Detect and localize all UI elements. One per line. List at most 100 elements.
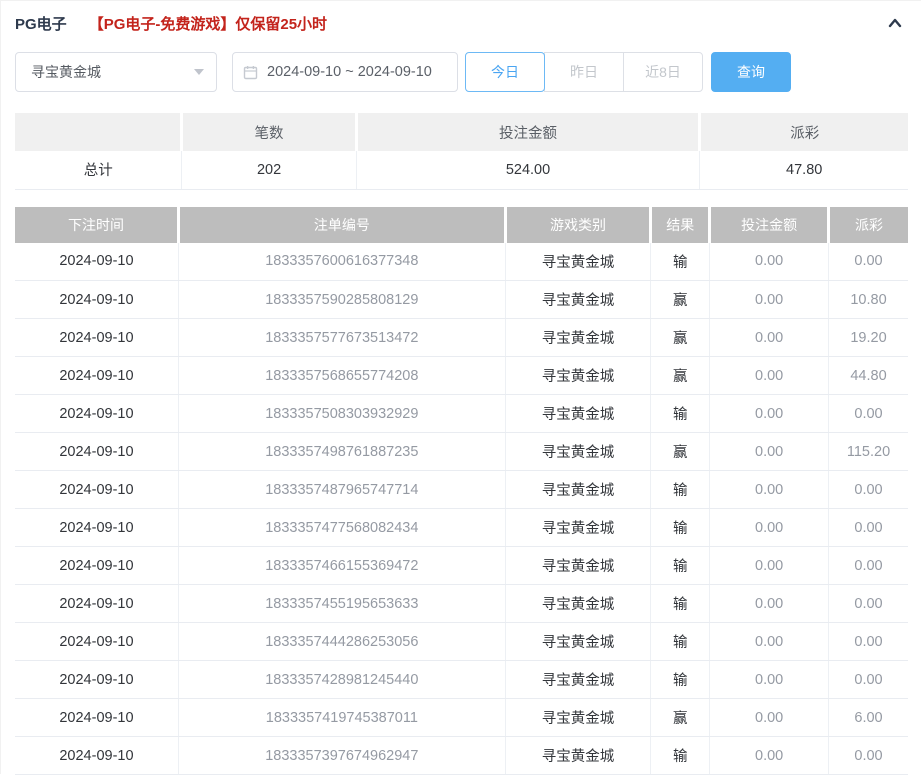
cell-payout: 0.00 bbox=[829, 661, 909, 699]
cell-time: 2024-09-10 bbox=[15, 585, 178, 623]
cell-bet: 0.00 bbox=[710, 433, 829, 471]
header-game-type: 游戏类别 bbox=[505, 207, 651, 243]
cell-time: 2024-09-10 bbox=[15, 509, 178, 547]
cell-game: 寻宝黄金城 bbox=[505, 281, 651, 319]
cell-bet: 0.00 bbox=[710, 471, 829, 509]
bet-table-header-row: 下注时间 注单编号 游戏类别 结果 投注金额 派彩 bbox=[15, 207, 908, 243]
cell-payout: 0.00 bbox=[829, 243, 909, 281]
cell-time: 2024-09-10 bbox=[15, 547, 178, 585]
cell-result: 赢 bbox=[651, 357, 710, 395]
cell-game: 寻宝黄金城 bbox=[505, 547, 651, 585]
table-row: 2024-09-101833357577673513472寻宝黄金城赢0.001… bbox=[15, 319, 908, 357]
cell-payout: 0.00 bbox=[829, 623, 909, 661]
table-row: 2024-09-101833357600616377348寻宝黄金城输0.000… bbox=[15, 243, 908, 281]
table-row: 2024-09-101833357428981245440寻宝黄金城输0.000… bbox=[15, 661, 908, 699]
summary-total-row: 总计 202 524.00 47.80 bbox=[15, 151, 908, 189]
cell-time: 2024-09-10 bbox=[15, 281, 178, 319]
calendar-icon bbox=[243, 65, 267, 80]
cell-payout: 0.00 bbox=[829, 509, 909, 547]
summary-total-label: 总计 bbox=[15, 151, 182, 189]
cell-time: 2024-09-10 bbox=[15, 357, 178, 395]
table-row: 2024-09-101833357444286253056寻宝黄金城输0.000… bbox=[15, 623, 908, 661]
cell-result: 输 bbox=[651, 585, 710, 623]
cell-game: 寻宝黄金城 bbox=[505, 471, 651, 509]
quick-button-last8days[interactable]: 近8日 bbox=[623, 52, 703, 92]
cell-game: 寻宝黄金城 bbox=[505, 699, 651, 737]
cell-game: 寻宝黄金城 bbox=[505, 509, 651, 547]
cell-game: 寻宝黄金城 bbox=[505, 623, 651, 661]
table-row: 2024-09-101833357487965747714寻宝黄金城输0.000… bbox=[15, 471, 908, 509]
cell-bet: 0.00 bbox=[710, 319, 829, 357]
cell-order: 1833357487965747714 bbox=[178, 471, 505, 509]
cell-game: 寻宝黄金城 bbox=[505, 661, 651, 699]
chevron-up-icon bbox=[886, 14, 904, 32]
cell-bet: 0.00 bbox=[710, 585, 829, 623]
summary-header-payout: 派彩 bbox=[700, 113, 908, 151]
summary-header-count: 笔数 bbox=[182, 113, 356, 151]
cell-payout: 0.00 bbox=[829, 547, 909, 585]
date-range-input[interactable]: 2024-09-10 ~ 2024-09-10 bbox=[232, 52, 458, 92]
cell-result: 输 bbox=[651, 243, 710, 281]
cell-game: 寻宝黄金城 bbox=[505, 585, 651, 623]
cell-time: 2024-09-10 bbox=[15, 433, 178, 471]
header-bet-amount: 投注金额 bbox=[710, 207, 829, 243]
summary-header-amount: 投注金额 bbox=[356, 113, 700, 151]
search-button[interactable]: 查询 bbox=[711, 52, 791, 92]
header-result: 结果 bbox=[651, 207, 710, 243]
cell-order: 1833357466155369472 bbox=[178, 547, 505, 585]
cell-order: 1833357444286253056 bbox=[178, 623, 505, 661]
bet-table: 下注时间 注单编号 游戏类别 结果 投注金额 派彩 2024-09-101833… bbox=[15, 207, 908, 775]
cell-time: 2024-09-10 bbox=[15, 737, 178, 775]
cell-payout: 0.00 bbox=[829, 471, 909, 509]
cell-time: 2024-09-10 bbox=[15, 243, 178, 281]
cell-order: 1833357477568082434 bbox=[178, 509, 505, 547]
cell-bet: 0.00 bbox=[710, 737, 829, 775]
cell-game: 寻宝黄金城 bbox=[505, 395, 651, 433]
cell-order: 1833357498761887235 bbox=[178, 433, 505, 471]
cell-result: 输 bbox=[651, 395, 710, 433]
pg-records-panel: PG电子 【PG电子-免费游戏】仅保留25小时 寻宝黄金城 bbox=[0, 0, 921, 774]
cell-order: 1833357577673513472 bbox=[178, 319, 505, 357]
collapse-button[interactable] bbox=[883, 11, 907, 35]
cell-bet: 0.00 bbox=[710, 623, 829, 661]
cell-game: 寻宝黄金城 bbox=[505, 243, 651, 281]
cell-time: 2024-09-10 bbox=[15, 661, 178, 699]
cell-result: 输 bbox=[651, 737, 710, 775]
cell-result: 赢 bbox=[651, 319, 710, 357]
game-select[interactable]: 寻宝黄金城 bbox=[15, 52, 217, 92]
table-row: 2024-09-101833357397674962947寻宝黄金城输0.000… bbox=[15, 737, 908, 775]
cell-result: 赢 bbox=[651, 281, 710, 319]
cell-bet: 0.00 bbox=[710, 661, 829, 699]
quick-button-today[interactable]: 今日 bbox=[465, 52, 545, 92]
cell-game: 寻宝黄金城 bbox=[505, 357, 651, 395]
cell-order: 1833357419745387011 bbox=[178, 699, 505, 737]
cell-order: 1833357508303932929 bbox=[178, 395, 505, 433]
quick-button-yesterday[interactable]: 昨日 bbox=[544, 52, 624, 92]
cell-payout: 0.00 bbox=[829, 585, 909, 623]
cell-bet: 0.00 bbox=[710, 243, 829, 281]
summary-total-count: 202 bbox=[182, 151, 356, 189]
cell-result: 输 bbox=[651, 547, 710, 585]
header-payout: 派彩 bbox=[829, 207, 909, 243]
bet-table-body: 2024-09-101833357600616377348寻宝黄金城输0.000… bbox=[15, 243, 908, 775]
cell-bet: 0.00 bbox=[710, 395, 829, 433]
table-row: 2024-09-101833357455195653633寻宝黄金城输0.000… bbox=[15, 585, 908, 623]
cell-order: 1833357600616377348 bbox=[178, 243, 505, 281]
cell-result: 赢 bbox=[651, 433, 710, 471]
cell-game: 寻宝黄金城 bbox=[505, 319, 651, 357]
cell-result: 输 bbox=[651, 509, 710, 547]
cell-game: 寻宝黄金城 bbox=[505, 737, 651, 775]
cell-payout: 0.00 bbox=[829, 395, 909, 433]
cell-result: 输 bbox=[651, 623, 710, 661]
cell-result: 输 bbox=[651, 661, 710, 699]
header-order-id: 注单编号 bbox=[178, 207, 505, 243]
cell-payout: 115.20 bbox=[829, 433, 909, 471]
table-row: 2024-09-101833357477568082434寻宝黄金城输0.000… bbox=[15, 509, 908, 547]
cell-bet: 0.00 bbox=[710, 547, 829, 585]
cell-time: 2024-09-10 bbox=[15, 623, 178, 661]
table-row: 2024-09-101833357466155369472寻宝黄金城输0.000… bbox=[15, 547, 908, 585]
header-bet-time: 下注时间 bbox=[15, 207, 178, 243]
cell-payout: 6.00 bbox=[829, 699, 909, 737]
cell-payout: 19.20 bbox=[829, 319, 909, 357]
panel-header: PG电子 【PG电子-免费游戏】仅保留25小时 bbox=[15, 11, 907, 35]
